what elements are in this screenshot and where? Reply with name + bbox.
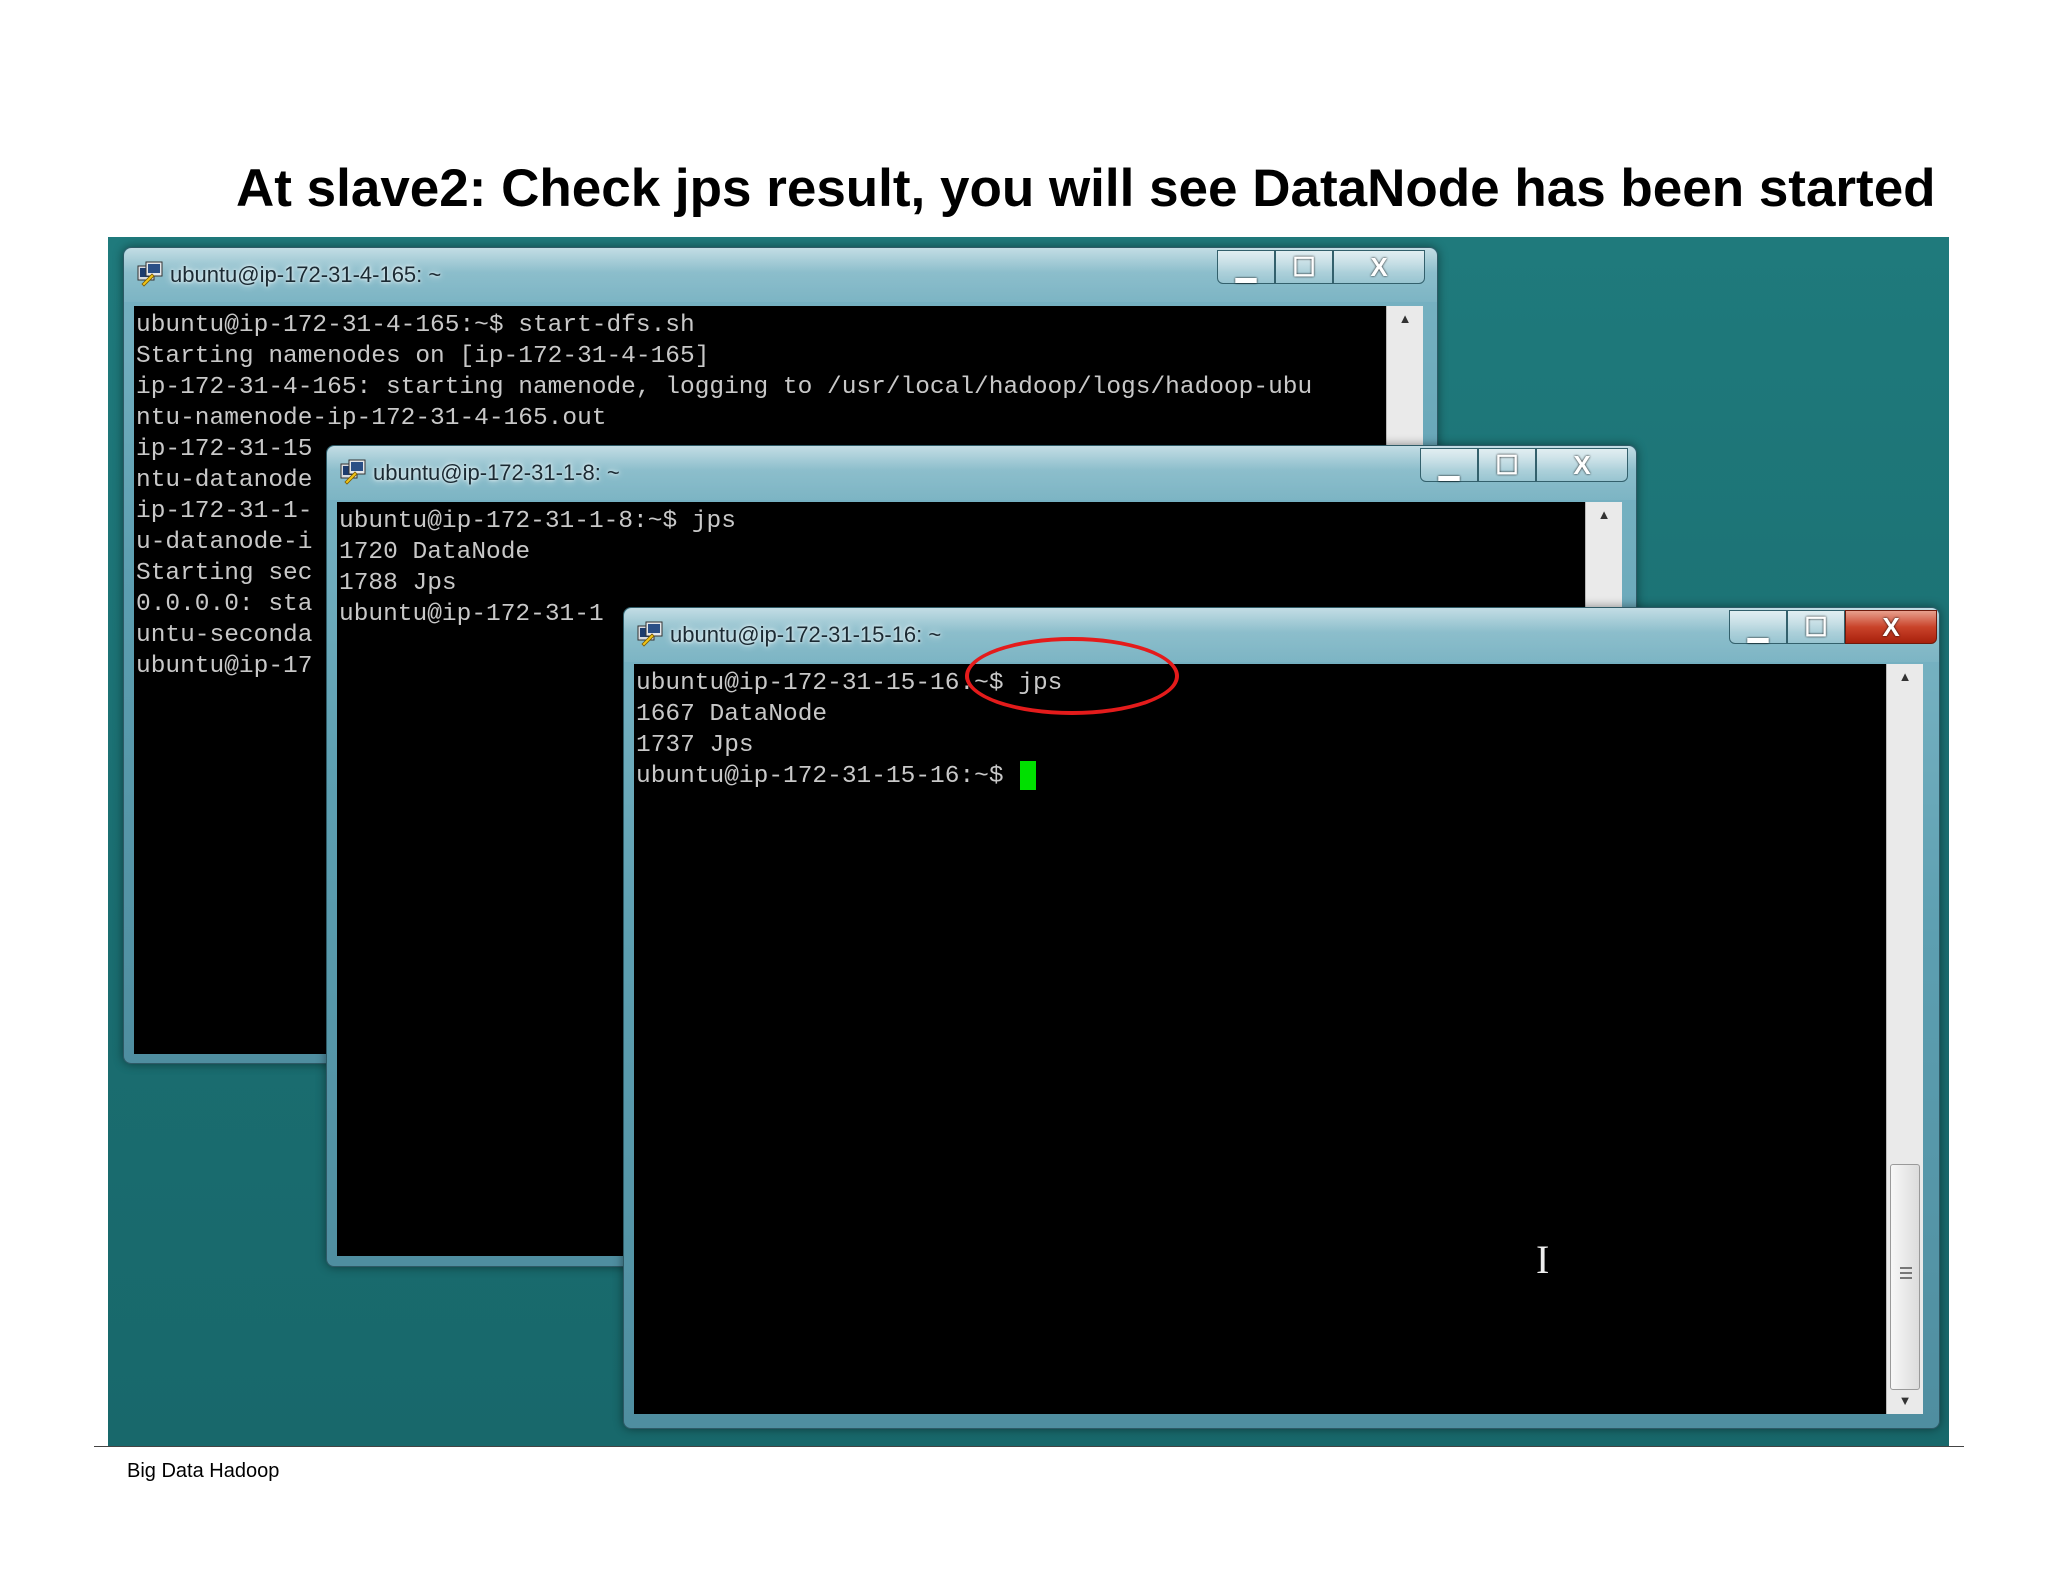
- terminal-line: ubuntu@ip-172-31-4-165:~$ start-dfs.sh: [136, 312, 695, 339]
- maximize-button[interactable]: ☐: [1787, 610, 1845, 644]
- terminal-line: 1737 Jps: [636, 732, 754, 759]
- minimize-button[interactable]: ▁: [1729, 610, 1787, 644]
- vertical-scrollbar[interactable]: ▲ ▼: [1886, 664, 1923, 1414]
- window-title: ubuntu@ip-172-31-1-8: ~: [373, 460, 620, 485]
- terminal-output[interactable]: ubuntu@ip-172-31-15-16:~$ jps 1667 DataN…: [634, 664, 1886, 1414]
- terminal-line: 1667 DataNode: [636, 701, 828, 728]
- terminal-prompt: ubuntu@ip-172-31-15-16:~$: [636, 763, 1019, 790]
- close-button[interactable]: X: [1536, 448, 1628, 482]
- window-controls: ▁ ☐ X: [1217, 250, 1425, 284]
- scroll-up-arrow-icon[interactable]: ▲: [1586, 502, 1622, 528]
- terminal-line: 1720 DataNode: [339, 539, 531, 566]
- scroll-up-arrow-icon[interactable]: ▲: [1887, 664, 1923, 690]
- window-title: ubuntu@ip-172-31-4-165: ~: [170, 262, 442, 287]
- window-controls: ▁ ☐ X: [1729, 610, 1937, 644]
- terminal-line: ip-172-31-4-165: starting namenode, logg…: [136, 374, 1313, 401]
- minimize-button[interactable]: ▁: [1217, 250, 1275, 284]
- terminal-line: 1788 Jps: [339, 570, 457, 597]
- slide-title: At slave2: Check jps result, you will se…: [236, 159, 1936, 218]
- terminal-window-slave2[interactable]: ubuntu@ip-172-31-15-16: ~ ▁ ☐ X ubuntu@i…: [623, 607, 1940, 1429]
- maximize-button[interactable]: ☐: [1478, 448, 1536, 482]
- terminal-cursor: [1020, 761, 1037, 790]
- minimize-button[interactable]: ▁: [1420, 448, 1478, 482]
- putty-icon: [137, 261, 163, 287]
- window-title: ubuntu@ip-172-31-15-16: ~: [670, 622, 942, 647]
- desktop-background: ubuntu@ip-172-31-4-165: ~ ▁ ☐ X ubuntu@i…: [108, 237, 1949, 1447]
- scroll-up-arrow-icon[interactable]: ▲: [1387, 306, 1423, 332]
- slide-footer: Big Data Hadoop: [127, 1460, 280, 1482]
- scroll-thumb[interactable]: [1890, 1164, 1920, 1390]
- maximize-button[interactable]: ☐: [1275, 250, 1333, 284]
- terminal-line: ubuntu@ip-172-31-1-8:~$ jps: [339, 508, 736, 535]
- text-cursor-icon: I: [1536, 1237, 1550, 1282]
- putty-icon: [340, 459, 366, 485]
- close-button[interactable]: X: [1333, 250, 1425, 284]
- terminal-line: Starting namenodes on [ip-172-31-4-165]: [136, 343, 710, 370]
- putty-icon: [637, 621, 663, 647]
- terminal-prompt-line: ubuntu@ip-172-31-15-16:~$: [636, 761, 1886, 792]
- footer-divider: [94, 1446, 1964, 1447]
- terminal-line: ubuntu@ip-172-31-15-16:~$ jps: [636, 670, 1063, 697]
- highlight-annotation-circle: [965, 637, 1179, 715]
- close-button[interactable]: X: [1845, 610, 1937, 644]
- scroll-down-arrow-icon[interactable]: ▼: [1887, 1388, 1923, 1414]
- window-controls: ▁ ☐ X: [1420, 448, 1628, 482]
- terminal-line: ntu-namenode-ip-172-31-4-165.out: [136, 405, 607, 432]
